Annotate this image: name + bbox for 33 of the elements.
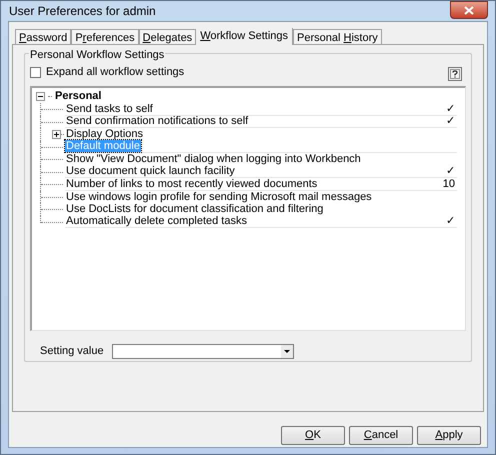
- setting-value-text: ✓: [446, 102, 456, 116]
- tree-item[interactable]: Use DocLists for document classification and filtering: [65, 203, 324, 216]
- tab[interactable]: Delegates: [138, 29, 196, 44]
- tree-item[interactable]: Show "View Document" dialog when logging into Workbench: [65, 153, 362, 166]
- tab[interactable]: Password: [15, 29, 72, 44]
- tree-node-label[interactable]: Personal: [55, 88, 102, 105]
- tree-item[interactable]: Display Options: [65, 128, 144, 140]
- setting-value-text: ✓: [446, 164, 456, 179]
- tree-item[interactable]: Use windows login profile for sending Microsoft mail messages: [65, 190, 373, 203]
- setting-value-label: Setting value: [40, 344, 104, 359]
- tree-item[interactable]: Number of links to most recently viewed documents: [65, 178, 318, 190]
- tree-item[interactable]: Use document quick launch facility: [65, 165, 236, 178]
- setting-value-text: ✓: [446, 114, 456, 129]
- setting-value-text: ✓: [446, 214, 456, 229]
- tree-item[interactable]: Automatically delete completed tasks: [65, 215, 248, 228]
- close-button[interactable]: [450, 1, 488, 19]
- tab[interactable]: Preferences: [71, 29, 139, 44]
- help-icon[interactable]: [448, 67, 462, 81]
- tree-item[interactable]: Send confirmation notifications to self: [65, 115, 250, 128]
- setting-value-text: 10: [442, 176, 456, 192]
- collapse-icon[interactable]: [36, 92, 45, 101]
- dialog-button[interactable]: Apply: [417, 426, 481, 445]
- window-title: User Preferences for admin: [8, 3, 156, 20]
- tree-item[interactable]: Send tasks to self: [65, 102, 154, 115]
- close-icon: [464, 6, 474, 14]
- tab[interactable]: Workflow Settings: [196, 28, 294, 45]
- dialog-button[interactable]: Cancel: [349, 426, 413, 445]
- tab[interactable]: Personal History: [293, 29, 382, 44]
- group-title: Personal Workflow Settings: [29, 47, 166, 64]
- expand-all-checkbox[interactable]: Expand all workflow settings: [30, 64, 184, 80]
- setting-value-dropdown[interactable]: [112, 344, 294, 359]
- dialog-button[interactable]: OK: [281, 426, 345, 445]
- expand-icon[interactable]: [52, 130, 61, 139]
